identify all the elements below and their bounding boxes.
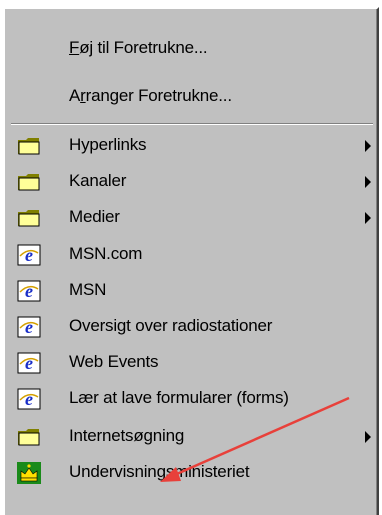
menu-item-internetsogning[interactable]: Internetsøgning [5,419,377,455]
menu-item-label: Internetsøgning [69,426,185,445]
ie-icon: e [17,388,41,410]
svg-text:e: e [25,245,33,265]
ie-icon: e [17,352,41,374]
menu-item-add-to-favorites[interactable]: Føj til Foretrukne... [5,31,377,67]
menu-item-label: Web Events [69,352,159,371]
ie-icon: e [17,244,41,266]
menu-item-label: Kanaler [69,171,127,190]
menu-item-organize-favorites[interactable]: Arranger Foretrukne... [5,79,377,115]
svg-text:e: e [25,281,33,301]
window-background [0,0,382,7]
menu-item-label-rest: ranger Foretrukne... [85,86,232,105]
menu-item-label: Medier [69,207,120,226]
menu-item-label: MSN [69,280,107,299]
favorites-menu: Føj til Foretrukne... Arranger Foretrukn… [3,7,379,515]
crown-icon [17,462,41,484]
svg-text:e: e [25,317,33,337]
menu-item-web-events[interactable]: e Web Events [5,345,377,381]
menu-item-formularer[interactable]: e Lær at lave formularer (forms) [5,381,377,417]
submenu-arrow-icon [365,431,371,443]
ie-icon: e [17,316,41,338]
menu-item-label: Arranger Foretrukne... [69,86,232,106]
folder-icon [18,138,40,155]
ie-icon: e [17,280,41,302]
menu-item-undervisningsministeriet[interactable]: Undervisningsministeriet [5,455,377,491]
menu-item-msn-com[interactable]: e MSN.com [5,237,377,273]
submenu-arrow-icon [365,212,371,224]
folder-icon [18,174,40,191]
menu-item-label: Oversigt over radiostationer [69,316,273,335]
submenu-arrow-icon [365,176,371,188]
menu-item-label-rest: øj til Foretrukne... [79,38,208,57]
menu-item-label: Undervisningsministeriet [69,462,250,481]
menu-item-radiostationer[interactable]: e Oversigt over radiostationer [5,309,377,345]
svg-text:e: e [25,389,33,409]
menu-item-label: Hyperlinks [69,135,147,154]
menu-item-label: MSN.com [69,244,143,263]
menu-item-msn[interactable]: e MSN [5,273,377,309]
submenu-arrow-icon [365,140,371,152]
folder-icon [18,210,40,227]
menu-item-label: Føj til Foretrukne... [69,38,208,58]
folder-icon [18,429,40,446]
menu-item-kanaler[interactable]: Kanaler [5,164,377,200]
menu-item-label-prefix: A [69,86,81,105]
menu-separator [11,123,373,125]
svg-text:e: e [25,353,33,373]
menu-item-medier[interactable]: Medier [5,200,377,236]
accelerator-letter: F [69,38,80,57]
menu-item-hyperlinks[interactable]: Hyperlinks [5,128,377,164]
menu-item-label: Lær at lave formularer (forms) [69,388,289,407]
